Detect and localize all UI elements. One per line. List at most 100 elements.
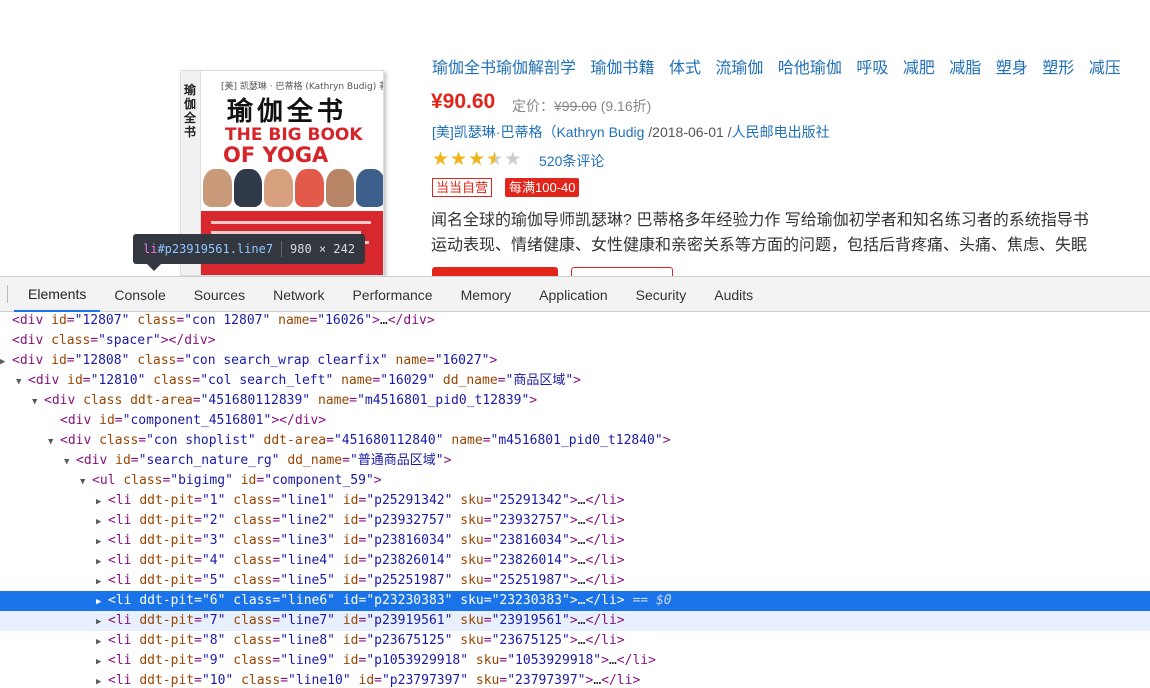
dom-node-row[interactable]: ▼ <ul class="bigimg" id="component_59"> [0, 471, 1150, 491]
dom-attr-equals: = [138, 433, 147, 448]
dom-node-row[interactable]: ▶ <li ddt-pit="6" class="line6" id="p2323… [0, 591, 1150, 611]
collapse-caret-icon[interactable]: ▼ [64, 452, 76, 472]
topic-link[interactable]: 塑身 [996, 60, 1028, 77]
author-link[interactable]: [美]凯瑟琳·巴蒂格（Kathryn Budig [432, 124, 644, 140]
dom-attr-equals: = [483, 533, 492, 548]
expand-caret-icon[interactable]: ▶ [96, 672, 108, 688]
book-cover-yoga-figures [203, 169, 383, 207]
rating-stars: ★★★★★ [432, 148, 522, 171]
dom-attr-value: "普通商品区域" [349, 453, 444, 468]
expand-caret-icon[interactable]: ▶ [96, 552, 108, 572]
dom-tree[interactable]: <div id="12807" class="con 12807" name="… [0, 313, 1150, 688]
buy-now-button[interactable] [432, 267, 558, 276]
dom-node-row[interactable]: ▶ <li ddt-pit="7" class="line7" id="p2391… [0, 611, 1150, 631]
dom-attr-value: "spacer" [98, 333, 161, 348]
dom-attr-name: sku [460, 633, 484, 648]
dom-node-row[interactable]: ▶ <li ddt-pit="8" class="line8" id="p2367… [0, 631, 1150, 651]
dom-node-row[interactable]: ▶ <li ddt-pit="9" class="line9" id="p1053… [0, 651, 1150, 671]
dom-attr-value: "p23797397" [381, 673, 469, 688]
expand-caret-icon[interactable]: ▶ [96, 492, 108, 512]
collapse-caret-icon[interactable]: ▼ [16, 372, 28, 392]
dom-attr-name: sku [475, 653, 500, 668]
dom-attr-name: sku [460, 513, 484, 528]
dom-node-row[interactable]: <div id="12807" class="con 12807" name="… [0, 313, 1150, 331]
collapse-caret-icon[interactable]: ▼ [48, 432, 60, 452]
dom-node-row[interactable]: ▶ <li ddt-pit="1" class="line1" id="p2529… [0, 491, 1150, 511]
publisher-link[interactable]: 人民邮电出版社 [732, 124, 830, 140]
dom-space [351, 673, 359, 688]
tab-audits[interactable]: Audits [700, 277, 767, 312]
dom-node-row[interactable]: ▼ <div class ddt-area="451680112839" name… [0, 391, 1150, 411]
dom-collapsed-ellipsis: … [608, 653, 617, 668]
expand-caret-icon[interactable]: ▶ [96, 572, 108, 592]
dom-attr-equals: = [483, 613, 492, 628]
dom-attr-value: "m4516801_pid0_t12840" [490, 433, 663, 448]
dom-attr-name: ddt-area [263, 433, 327, 448]
tab-elements[interactable]: Elements [14, 277, 101, 312]
topic-link[interactable]: 减肥 [903, 60, 935, 77]
tab-console[interactable]: Console [100, 277, 179, 312]
topic-link[interactable]: 减压 [1089, 60, 1121, 77]
dom-tag-open: <div [60, 413, 92, 428]
dom-tag-close: ></div> [160, 333, 216, 348]
dom-attr-value: "search_nature_rg" [138, 453, 280, 468]
dom-attr-name: ddt-pit [139, 633, 195, 648]
dom-node-row[interactable]: ▼ <div id="search_nature_rg" dd_name="普通商… [0, 451, 1150, 471]
tab-memory[interactable]: Memory [447, 277, 526, 312]
dom-space [335, 653, 343, 668]
topic-link[interactable]: 呼吸 [856, 60, 888, 77]
topic-link[interactable]: 流瑜伽 [715, 60, 763, 77]
expand-caret-icon[interactable]: ▶ [0, 352, 12, 372]
collapse-caret-icon[interactable]: ▼ [80, 472, 92, 492]
dom-node-row[interactable]: ▶ <li ddt-pit="2" class="line2" id="p2393… [0, 511, 1150, 531]
expand-caret-icon[interactable]: ▶ [96, 612, 108, 632]
expand-caret-icon[interactable]: ▶ [96, 652, 108, 672]
topic-link[interactable]: 塑形 [1042, 60, 1074, 77]
product-title-topics[interactable]: 瑜伽全书瑜伽解剖学 瑜伽书籍 体式 流瑜伽 哈他瑜伽 呼吸 减肥 减脂 塑身 塑… [432, 54, 1131, 78]
promo-badge[interactable]: 每满100-40 [505, 178, 580, 197]
dom-attr-equals: = [194, 633, 202, 648]
expand-caret-icon[interactable]: ▶ [96, 592, 108, 612]
dom-node-row[interactable]: ▶ <li ddt-pit="5" class="line5" id="p2525… [0, 571, 1150, 591]
topic-link[interactable]: 瑜伽书籍 [590, 60, 654, 77]
dom-node-row[interactable]: ▼ <div id="12810" class="col search_left"… [0, 371, 1150, 391]
expand-caret-icon[interactable]: ▶ [96, 512, 108, 532]
dom-space [468, 673, 476, 688]
expand-caret-icon[interactable]: ▶ [96, 632, 108, 652]
dom-node-row[interactable]: <div id="component_4516801"></div> [0, 411, 1150, 431]
tab-network[interactable]: Network [259, 277, 338, 312]
dom-node-row[interactable]: ▼ <div class="con shoplist" ddt-area="451… [0, 431, 1150, 451]
book-cover-title-en-2: OF YOGA [223, 143, 329, 167]
topic-link[interactable]: 体式 [669, 60, 701, 77]
topic-link[interactable]: 瑜伽全书瑜伽解剖学 [432, 60, 576, 77]
topic-link[interactable]: 减脂 [949, 60, 981, 77]
dom-attr-value: "451680112839" [200, 393, 311, 408]
dom-node-row[interactable]: <div class="spacer"></div> [0, 331, 1150, 351]
dom-node-row[interactable]: ▶ <div id="12808" class="con search_wrap … [0, 351, 1150, 371]
dom-attr-value: "23816034" [491, 533, 570, 548]
dom-attr-name: sku [460, 573, 484, 588]
expand-caret-icon[interactable]: ▶ [96, 532, 108, 552]
dom-attr-name: id [342, 613, 359, 628]
tab-application[interactable]: Application [525, 277, 622, 312]
dom-tag-close: > [569, 513, 578, 528]
product-page: 瑜伽全书 [美] 凯瑟琳 · 巴蒂格 (Kathryn Budig) 著 瑜伽全… [0, 0, 1150, 276]
dom-attr-name: name [317, 393, 350, 408]
tab-performance[interactable]: Performance [338, 277, 446, 312]
dom-tag-open: <div [76, 453, 108, 468]
add-to-cart-button[interactable] [571, 267, 673, 276]
dom-attr-name: name [395, 353, 427, 368]
dom-attr-value: "451680112840" [333, 433, 444, 448]
dom-node-row[interactable]: ▶ <li ddt-pit="10" class="line10" id="p23… [0, 671, 1150, 688]
tab-sources[interactable]: Sources [180, 277, 259, 312]
dom-node-row[interactable]: ▶ <li ddt-pit="4" class="line4" id="p2382… [0, 551, 1150, 571]
dom-attr-name: class [83, 393, 123, 408]
dom-attr-value: "line9" [280, 653, 336, 668]
dom-attr-equals: = [194, 573, 202, 588]
dom-attr-value: "9" [201, 653, 226, 668]
dom-node-row[interactable]: ▶ <li ddt-pit="3" class="line3" id="p2381… [0, 531, 1150, 551]
tab-security[interactable]: Security [622, 277, 701, 312]
topic-link[interactable]: 哈他瑜伽 [778, 60, 842, 77]
collapse-caret-icon[interactable]: ▼ [32, 392, 44, 412]
review-count-link[interactable]: 520条评论 [539, 151, 604, 171]
